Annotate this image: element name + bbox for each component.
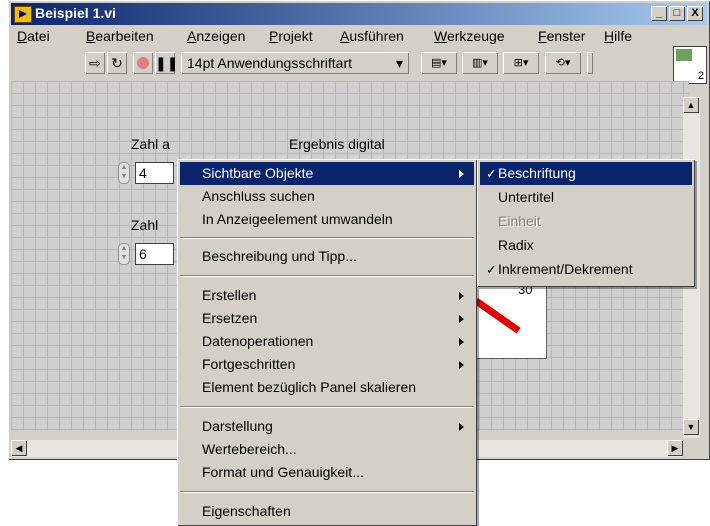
- abort-icon: [137, 57, 149, 69]
- menu-werkzeuge[interactable]: Werkzeuge: [434, 28, 505, 44]
- run-continuously-icon[interactable]: ↻: [107, 52, 127, 74]
- menu-item-label: Ersetzen: [202, 310, 258, 326]
- submenu-item-label: Radix: [498, 237, 534, 253]
- menu-separator: [180, 491, 474, 493]
- zahl-b-input[interactable]: 6: [135, 243, 174, 265]
- submenu-arrow-icon: [459, 423, 464, 431]
- toolbar-overflow[interactable]: [587, 52, 593, 74]
- vi-icon-graphic: [676, 49, 692, 61]
- menu-item-label: Erstellen: [202, 287, 257, 303]
- menu-projekt[interactable]: Projekt: [269, 28, 313, 44]
- abort-button[interactable]: [133, 52, 153, 74]
- toolbar: ⇨ ↻ ❚❚ 14pt Anwendungsschriftart ▾ ▤▾ ▥▾…: [11, 46, 707, 84]
- context-menu: Sichtbare Objekte Anschluss suchen In An…: [177, 159, 477, 526]
- menu-item-fortgeschritten[interactable]: Fortgeschritten: [180, 353, 474, 376]
- minimize-button[interactable]: _: [651, 6, 667, 21]
- font-dropdown-value: 14pt Anwendungsschriftart: [187, 55, 352, 71]
- menu-anzeigen[interactable]: Anzeigen: [187, 28, 245, 44]
- menu-datei[interactable]: Datei: [17, 28, 50, 44]
- menu-item-skalieren[interactable]: Element bezüglich Panel skalieren: [180, 376, 474, 399]
- zahl-a-label: Zahl a: [131, 136, 170, 152]
- menu-item-label: Beschreibung und Tipp...: [202, 248, 357, 264]
- zahl-b-label: Zahl: [131, 217, 159, 233]
- align-objects-icon[interactable]: ▤▾: [421, 52, 457, 74]
- submenu-item-label: Inkrement/Dekrement: [498, 261, 633, 277]
- menu-item-erstellen[interactable]: Erstellen: [180, 284, 474, 307]
- ergebnis-label: Ergebnis digital: [289, 136, 385, 152]
- menu-bar: Datei Bearbeiten Anzeigen Projekt Ausfüh…: [11, 26, 707, 46]
- menu-separator: [180, 406, 474, 408]
- submenu-arrow-icon: [459, 338, 464, 346]
- menu-item-darstellung[interactable]: Darstellung: [180, 415, 474, 438]
- title-bar[interactable]: Beispiel 1.vi _ □ X: [11, 3, 707, 25]
- menu-item-label: Datenoperationen: [202, 333, 314, 349]
- menu-item-label: Sichtbare Objekte: [202, 165, 314, 181]
- chevron-down-icon: ▾: [395, 55, 403, 71]
- maximize-button[interactable]: □: [669, 6, 685, 21]
- zahl-a-increment-icon[interactable]: ▲ ▼: [118, 162, 130, 184]
- run-arrow-icon[interactable]: ⇨: [85, 52, 105, 74]
- zahl-b-increment-icon[interactable]: ▲ ▼: [118, 243, 130, 265]
- submenu-item-inkrement[interactable]: ✓ Inkrement/Dekrement: [480, 258, 692, 281]
- menu-separator: [180, 275, 474, 277]
- menu-fenster[interactable]: Fenster: [538, 28, 585, 44]
- menu-item-label: In Anzeigeelement umwandeln: [202, 211, 393, 227]
- menu-item-label: Eigenschaften: [202, 503, 291, 519]
- submenu-item-label: Untertitel: [498, 189, 555, 205]
- submenu-item-einheit: Einheit: [480, 210, 692, 233]
- font-dropdown[interactable]: 14pt Anwendungsschriftart ▾: [181, 52, 409, 74]
- window-title: Beispiel 1.vi: [35, 5, 116, 21]
- menu-item-format[interactable]: Format und Genauigkeit...: [180, 461, 474, 484]
- reorder-icon[interactable]: ⟲▾: [545, 52, 581, 74]
- close-button[interactable]: X: [687, 6, 703, 21]
- checkmark-icon: ✓: [486, 262, 497, 277]
- resize-objects-icon[interactable]: ⊞▾: [503, 52, 539, 74]
- menu-item-umwandeln[interactable]: In Anzeigeelement umwandeln: [180, 208, 474, 231]
- scroll-up-icon[interactable]: ▲: [683, 97, 699, 113]
- menu-hilfe[interactable]: Hilfe: [604, 28, 632, 44]
- submenu-item-beschriftung[interactable]: ✓ Beschriftung: [480, 162, 692, 185]
- labview-app-icon: [14, 6, 32, 23]
- menu-item-ersetzen[interactable]: Ersetzen: [180, 307, 474, 330]
- submenu-item-radix[interactable]: Radix: [480, 234, 692, 257]
- menu-item-label: Format und Genauigkeit...: [202, 464, 364, 480]
- submenu-item-label: Einheit: [498, 213, 541, 229]
- menu-ausfuehren[interactable]: Ausführen: [340, 28, 404, 44]
- checkmark-icon: ✓: [486, 166, 497, 181]
- menu-item-label: Wertebereich...: [202, 441, 297, 457]
- menu-item-sichtbare-objekte[interactable]: Sichtbare Objekte: [180, 162, 474, 185]
- menu-item-eigenschaften[interactable]: Eigenschaften: [180, 500, 474, 523]
- gauge-indicator[interactable]: 30: [469, 277, 547, 359]
- menu-item-datenoperationen[interactable]: Datenoperationen: [180, 330, 474, 353]
- vi-icon: 2: [673, 46, 707, 84]
- menu-item-label: Anschluss suchen: [202, 188, 315, 204]
- pause-icon[interactable]: ❚❚: [155, 52, 178, 74]
- submenu-item-untertitel[interactable]: Untertitel: [480, 186, 692, 209]
- distribute-objects-icon[interactable]: ▥▾: [462, 52, 498, 74]
- vi-icon-number: 2: [697, 70, 704, 82]
- submenu-sichtbare-objekte: ✓ Beschriftung Untertitel Einheit Radix ✓…: [477, 159, 695, 287]
- menu-item-beschreibung[interactable]: Beschreibung und Tipp...: [180, 245, 474, 268]
- scroll-right-icon[interactable]: ▶: [667, 440, 683, 456]
- scroll-left-icon[interactable]: ◀: [11, 440, 27, 456]
- menu-separator: [180, 237, 474, 239]
- gauge-needle: [473, 298, 521, 334]
- submenu-arrow-icon: [459, 170, 464, 178]
- submenu-arrow-icon: [459, 315, 464, 323]
- menu-item-label: Element bezüglich Panel skalieren: [202, 379, 417, 395]
- menu-item-label: Darstellung: [202, 418, 273, 434]
- menu-item-wertebereich[interactable]: Wertebereich...: [180, 438, 474, 461]
- menu-item-label: Fortgeschritten: [202, 356, 296, 372]
- zahl-a-input[interactable]: 4: [135, 162, 174, 184]
- submenu-arrow-icon: [459, 292, 464, 300]
- menu-bearbeiten[interactable]: Bearbeiten: [86, 28, 154, 44]
- scroll-down-icon[interactable]: ▼: [683, 419, 699, 435]
- submenu-arrow-icon: [459, 361, 464, 369]
- menu-item-anschluss-suchen[interactable]: Anschluss suchen: [180, 185, 474, 208]
- submenu-item-label: Beschriftung: [498, 165, 576, 181]
